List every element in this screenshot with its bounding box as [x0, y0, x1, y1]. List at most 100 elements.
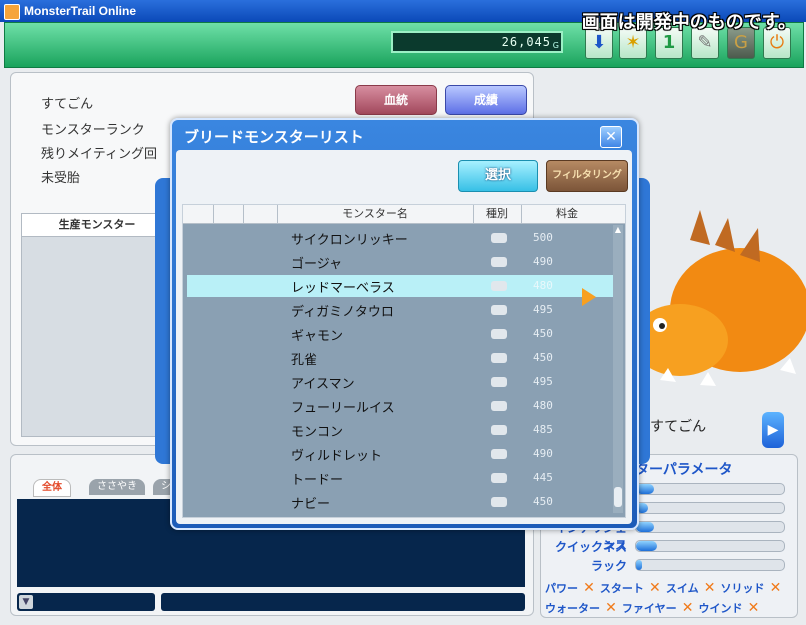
monster-fee: 500	[533, 231, 553, 244]
monster-type-icon	[491, 473, 507, 483]
chat-input[interactable]	[161, 593, 525, 611]
header-cell	[243, 205, 278, 223]
element-x-mark: ✕	[583, 580, 595, 596]
element-row-2: ウォーター ✕ ファイヤー ✕ ウインド ✕	[545, 597, 759, 616]
download-icon: ⬇	[591, 32, 607, 53]
header-cell	[183, 205, 214, 223]
list-item[interactable]: レッドマーベラス 480	[187, 275, 613, 297]
element-x-mark: ✕	[769, 580, 782, 596]
monster-name: ヴィルドレット	[291, 449, 383, 464]
monster-name: モンコン	[291, 425, 344, 440]
parameter-label: クイックネス	[554, 540, 627, 554]
wrench-icon: ✎	[697, 32, 713, 53]
element-solid: ソリッド	[720, 582, 765, 595]
parameter-label: ラック	[590, 559, 627, 573]
element-x-mark: ✕	[703, 580, 716, 596]
monster-type-icon	[491, 233, 507, 243]
element-water: ウォーター	[545, 602, 600, 615]
money-display: 26,045 G	[391, 31, 563, 53]
monster-name: 孔雀	[291, 353, 318, 368]
gold-bag-icon: G	[734, 32, 748, 53]
close-button[interactable]: ✕	[600, 126, 622, 148]
results-button[interactable]: 成績	[445, 85, 527, 115]
filter-button[interactable]: フィルタリング	[546, 160, 628, 192]
list-item[interactable]: 孔雀 450	[187, 347, 613, 369]
money-unit: G	[552, 41, 559, 50]
element-wind: ウインド	[698, 602, 743, 615]
chat-channel-field[interactable]	[17, 593, 155, 611]
money-amount: 26,045	[501, 35, 551, 49]
pregnancy-status: 未受胎	[41, 171, 81, 186]
monster-fee: 485	[533, 423, 553, 436]
list-item[interactable]: アイスマン 495	[187, 371, 613, 393]
running-icon: ✶	[625, 32, 641, 53]
list-header: モンスター名 種別 料金	[183, 205, 625, 224]
list-item[interactable]: フューリールイス 480	[187, 395, 613, 417]
scroll-up-icon[interactable]: ▲	[613, 225, 623, 235]
chat-tab-all[interactable]: 全体	[33, 479, 71, 497]
parameter-bar	[635, 521, 785, 533]
produced-monster-panel: 生産モンスター	[21, 213, 173, 437]
monster-type-icon	[491, 377, 507, 387]
pointer-cursor-icon	[582, 288, 596, 306]
preview-monster-name: すてごん	[650, 419, 707, 435]
chat-scroll-down-icon[interactable]: ▼	[19, 595, 33, 609]
element-power: パワー	[545, 582, 578, 595]
monster-name: ギャモン	[291, 329, 344, 344]
list-item[interactable]: モンコン 485	[187, 419, 613, 441]
monster-name: フューリールイス	[291, 401, 395, 416]
list-item[interactable]: トードー 445	[187, 467, 613, 489]
lineage-button[interactable]: 血統	[355, 85, 437, 115]
monster-type-icon	[491, 257, 507, 267]
list-scrollbar[interactable]: ▲	[613, 225, 623, 513]
monster-fee: 450	[533, 495, 553, 508]
produced-monster-header: 生産モンスター	[22, 214, 172, 237]
list-item[interactable]: ヴィルドレット 490	[187, 443, 613, 465]
monster-type-icon	[491, 353, 507, 363]
monster-name: トードー	[291, 473, 344, 488]
power-icon: ⏻	[769, 32, 785, 53]
owner-name: すてごん	[41, 97, 94, 112]
element-start: スタート	[599, 582, 644, 595]
monster-type-icon	[491, 401, 507, 411]
monster-rank-label: モンスターランク	[41, 123, 145, 138]
select-button[interactable]: 選択	[458, 160, 538, 192]
column-fee[interactable]: 料金	[521, 205, 613, 223]
element-row-1: パワー ✕ スタート ✕ スイム ✕ ソリッド ✕	[545, 577, 781, 596]
element-x-mark: ✕	[747, 600, 760, 616]
close-icon: ✕	[605, 129, 617, 145]
app-icon	[4, 4, 20, 20]
element-fire: ファイヤー	[621, 602, 677, 615]
column-type[interactable]: 種別	[473, 205, 522, 223]
arrow-right-icon: ▶	[767, 422, 779, 438]
element-swim: スイム	[665, 582, 699, 595]
monster-fee: 490	[533, 447, 553, 460]
parameter-title: ターパラメータ	[635, 462, 733, 478]
monster-name: レッドマーベラス	[291, 281, 395, 296]
monster-fee: 490	[533, 255, 553, 268]
monster-fee: 445	[533, 471, 553, 484]
scroll-thumb[interactable]	[614, 487, 622, 507]
monster-fee: 480	[533, 399, 553, 412]
chat-tab-whisper[interactable]: ささやき	[89, 479, 145, 495]
list-item[interactable]: ゴージャ 490	[187, 251, 613, 273]
monster-fee: 450	[533, 351, 553, 364]
breed-monster-list-dialog: ブリードモンスターリスト ✕ 選択 フィルタリング モンスター名 種別 料金 サ…	[170, 118, 639, 530]
column-name[interactable]: モンスター名	[277, 205, 474, 223]
monster-type-icon	[491, 425, 507, 435]
monster-fee: 480	[533, 279, 553, 292]
list-item[interactable]: サイクロンリッキー 500	[187, 227, 613, 249]
header-cell	[213, 205, 244, 223]
monster-name: ナビー	[291, 497, 331, 512]
list-item[interactable]: ナビー 450	[187, 491, 613, 513]
list-item[interactable]: ディガミノタウロ 495	[187, 299, 613, 321]
parameter-bar	[635, 483, 785, 495]
monster-image	[632, 210, 806, 386]
next-monster-button[interactable]: ▶	[762, 412, 784, 448]
parameter-bar	[635, 502, 785, 514]
monster-type-icon	[491, 305, 507, 315]
monster-fee: 495	[533, 375, 553, 388]
parameter-bar-fill	[636, 560, 642, 570]
development-notice: 画面は開発中のものです。	[581, 12, 796, 33]
list-item[interactable]: ギャモン 450	[187, 323, 613, 345]
